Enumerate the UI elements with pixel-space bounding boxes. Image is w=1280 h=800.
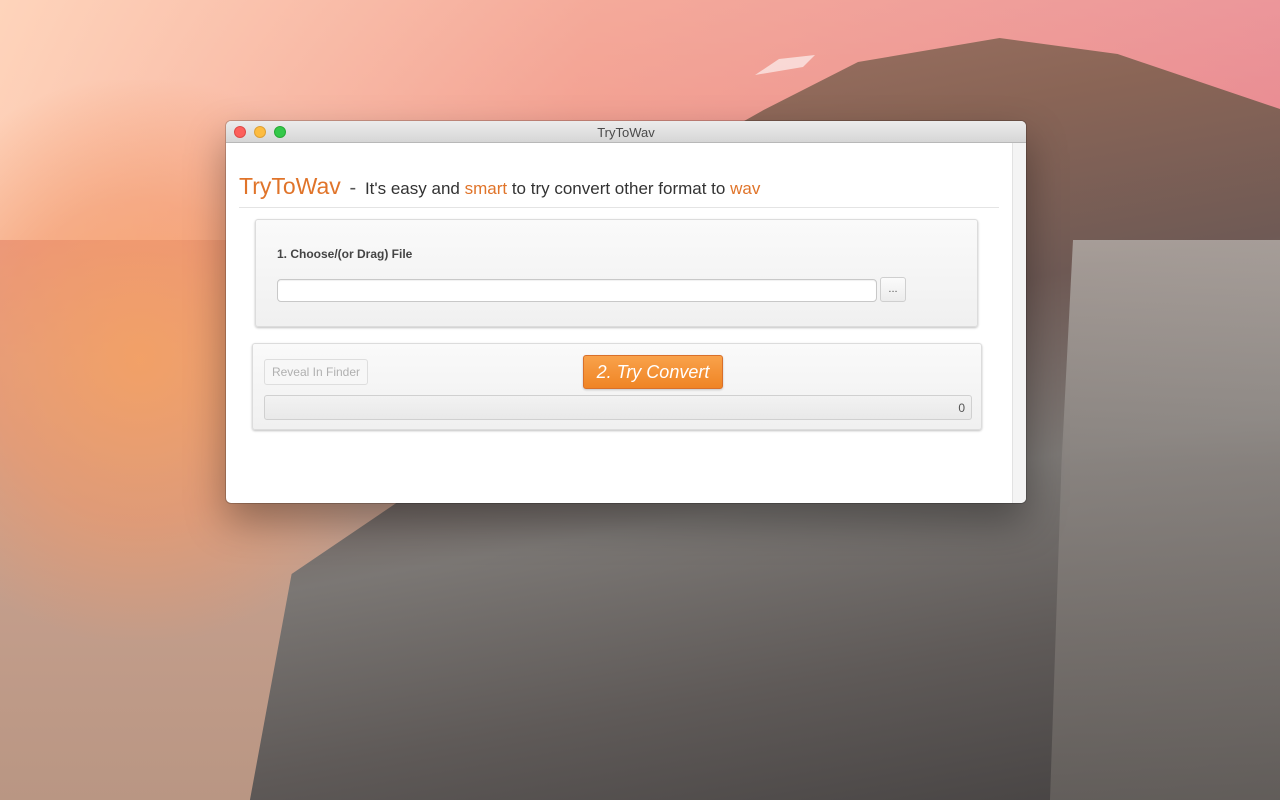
tagline-accent-wav: wav: [730, 179, 761, 198]
choose-file-label: 1. Choose/(or Drag) File: [277, 247, 413, 261]
tagline-part-2: to try convert other format to: [511, 179, 726, 198]
file-path-input[interactable]: [277, 279, 877, 302]
app-brand: TryToWav: [239, 173, 341, 199]
file-choose-panel[interactable]: 1. Choose/(or Drag) File ...: [255, 219, 978, 327]
progress-bar: 0: [264, 395, 972, 420]
reveal-in-finder-button[interactable]: Reveal In Finder: [264, 359, 368, 385]
wallpaper-cliff-face: [1050, 240, 1280, 800]
try-convert-button[interactable]: 2. Try Convert: [583, 355, 723, 389]
title-bar[interactable]: TryToWav: [226, 121, 1026, 143]
tagline-part-1: It's easy and: [364, 179, 460, 198]
vertical-scrollbar[interactable]: [1012, 143, 1026, 503]
headline-separator: -: [349, 177, 357, 199]
convert-panel: Reveal In Finder 2. Try Convert 0: [252, 343, 982, 430]
main-content: TryToWav - It's easy and smart to try co…: [226, 143, 1012, 503]
progress-count: 0: [958, 401, 965, 415]
app-window: TryToWav TryToWav - It's easy and smart …: [226, 121, 1026, 503]
app-headline: TryToWav - It's easy and smart to try co…: [239, 173, 999, 208]
tagline-accent-smart: smart: [464, 179, 508, 198]
window-title: TryToWav: [597, 125, 655, 140]
browse-button[interactable]: ...: [880, 277, 906, 302]
